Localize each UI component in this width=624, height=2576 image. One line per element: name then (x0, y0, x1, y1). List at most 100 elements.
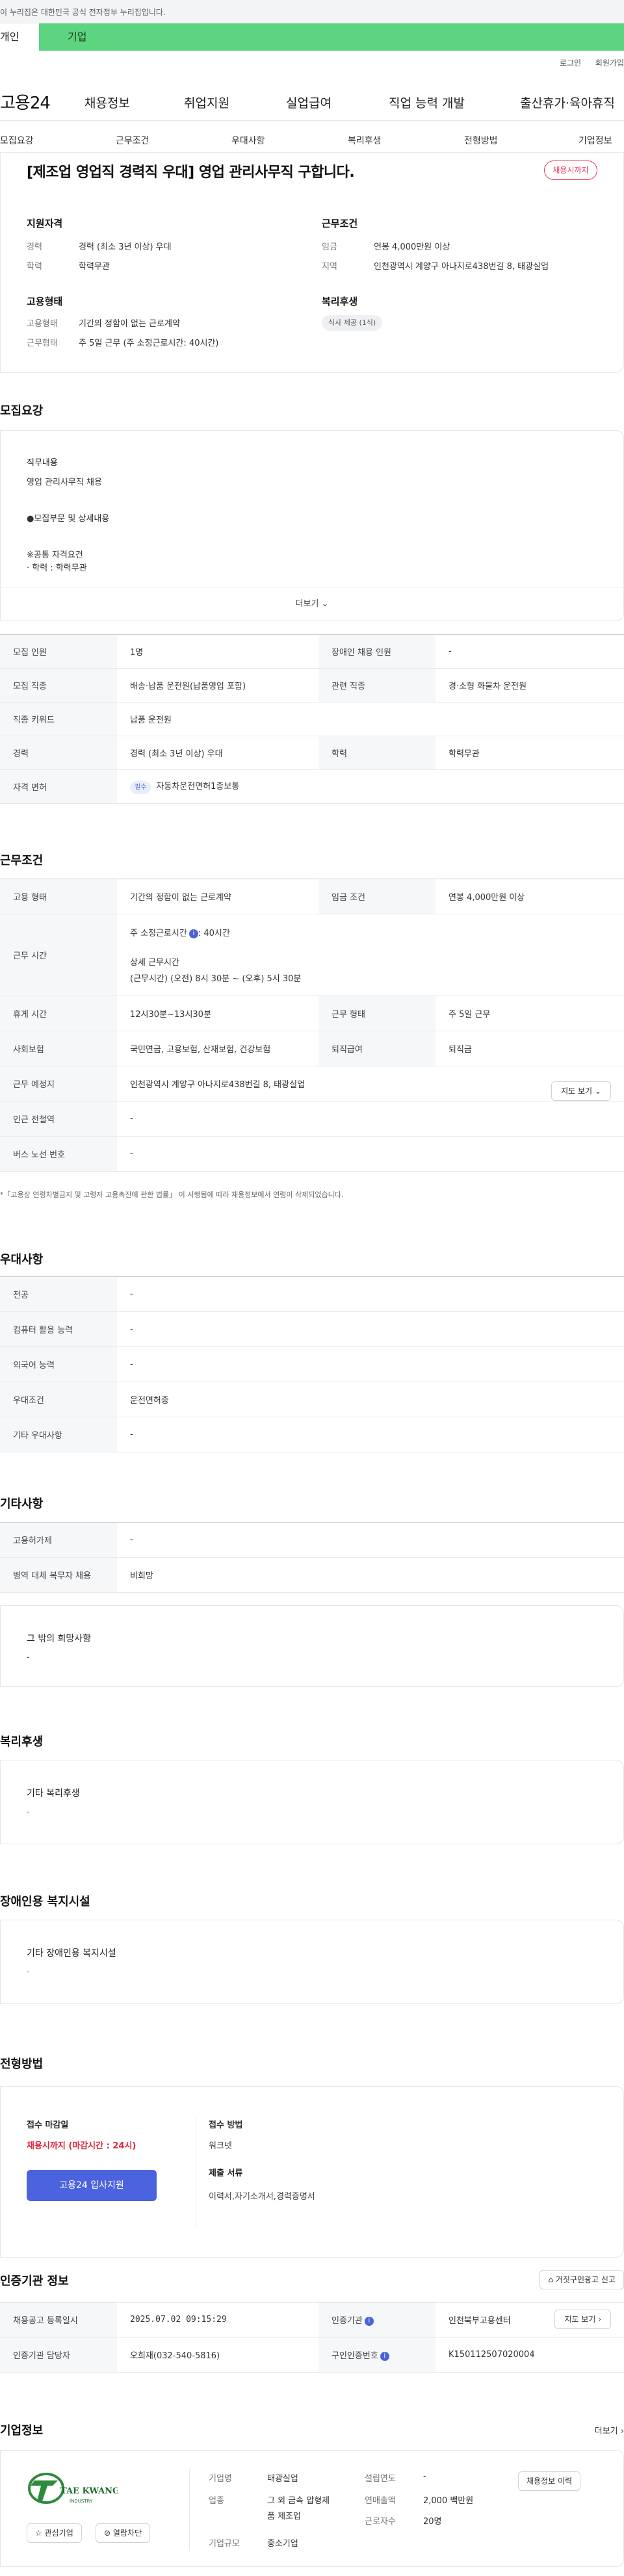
company-founded-value: - (423, 2471, 426, 2481)
work-section-title: 근무조건 (0, 854, 44, 868)
lnb-item-company[interactable]: 기업정보 (578, 134, 612, 147)
company-scale-value: 중소기업 (267, 2539, 298, 2549)
cond-value: 연봉 4,000만원 이상 (374, 242, 450, 252)
table-row: 전공 - (0, 1276, 624, 1312)
welfare-etc-heading: 기타 복리후생 (27, 1788, 80, 1799)
license-value: 자동차운전면허1종보통 (156, 782, 240, 792)
gnb-item-employment-support[interactable]: 취업지원 (184, 94, 229, 111)
desc-more-label: 더보기 (295, 599, 319, 609)
company-more-link[interactable]: 더보기 › (595, 2424, 624, 2436)
info-icon[interactable]: i (364, 2316, 374, 2326)
row-key: 인근 전철역 (0, 1101, 117, 1137)
company-founded-key: 설립연도 (365, 2474, 396, 2484)
site-logo[interactable]: 고용24 (0, 90, 51, 114)
row-value: 기간의 정함이 없는 근로계약 (117, 879, 318, 914)
gov-notice-bar: 이 누리집은 대한민국 공식 전자정부 누리집입니다. (0, 0, 624, 23)
row-key: 버스 노선 번호 (0, 1136, 117, 1172)
agency-map-button[interactable]: 지도 보기 › (554, 2310, 611, 2329)
gnb-item-parental-leave[interactable]: 출산휴가·육아휴직 (520, 94, 615, 111)
desc-label: 직무내용 (27, 458, 58, 468)
work-table: 고용 형태 기간의 정함이 없는 근로계약 임금 조건 연봉 4,000만원 이… (0, 879, 624, 1172)
row-value: 인천광역시 계양구 아나지로438번길 8, 태광실업 (117, 1066, 624, 1101)
row-key: 장애인 채용 인원 (318, 634, 436, 669)
company-more-label: 더보기 (594, 2427, 618, 2436)
tab-company[interactable]: 기업 (39, 23, 624, 51)
emp-value: 기간의 정함이 없는 근로계약 (79, 319, 180, 329)
table-row: 채용공고 등록일시 2025.07.02 09:15:29 인증기관 i 인천북부… (0, 2302, 624, 2338)
row-value: 학력무관 (436, 736, 624, 770)
lnb-item-recruit[interactable]: 모집요강 (0, 134, 34, 147)
login-link[interactable]: 로그인 (560, 58, 581, 68)
row-key: 인증기관 i (318, 2302, 436, 2338)
table-row: 버스 노선 번호 - (0, 1136, 624, 1172)
table-row: 근무 예정지 인천광역시 계양구 아나지로438번길 8, 태광실업 (0, 1066, 624, 1101)
star-icon: ☆ (35, 2529, 42, 2538)
gnb-item-jobs[interactable]: 채용정보 (84, 94, 130, 111)
info-icon[interactable]: i (188, 929, 198, 938)
table-row: 경력 경력 (최소 3년 이상) 우대 학력 학력무관 (0, 736, 624, 770)
row-value: 경력 (최소 3년 이상) 우대 (117, 736, 318, 770)
disabled-etc-heading: 기타 장애인용 복지시설 (27, 1948, 116, 1959)
status-badge: 채용시까지 (544, 161, 597, 180)
tab-individual[interactable]: 개인 (0, 23, 39, 51)
screening-card: 접수 마감일 채용시까지 (마감시간 : 24시) 고용24 입사지원 접수 방… (0, 2086, 624, 2258)
chevron-right-icon: › (620, 2427, 624, 2436)
row-key: 기타 우대사항 (0, 1417, 117, 1452)
row-key: 휴게 시간 (0, 996, 117, 1031)
row-value: 운전면허증 (117, 1382, 624, 1417)
signup-link[interactable]: 회원가입 (595, 58, 624, 68)
company-sales-value: 2,000 백만원 (423, 2496, 474, 2506)
lnb-item-preference[interactable]: 우대사항 (231, 134, 265, 147)
row-value: 배송·납품 운전원(납품영업 포함) (117, 668, 318, 702)
table-row: 우대조건 운전면허증 (0, 1382, 624, 1417)
welfare-chip: 식사 제공 (1식) (322, 315, 383, 331)
row-key: 인증기관 담당자 (0, 2337, 117, 2373)
company-name-key: 기업명 (209, 2474, 232, 2484)
company-logo-text: TAE KWANG (60, 2486, 118, 2496)
table-row: 외국어 능력 - (0, 1346, 624, 1382)
etc-table: 고용허가제 - 병역 대체 복무자 채용 비희망 (0, 1522, 624, 1593)
info-icon[interactable]: i (380, 2351, 389, 2361)
gnb-item-vocational-training[interactable]: 직업 능력 개발 (389, 94, 465, 111)
qual-key: 학력 (27, 262, 42, 272)
desc-qual-edu: · 학력 : 학력무관 (27, 563, 87, 573)
deadline-value: 채용시까지 (마감시간 : 24시) (27, 2141, 136, 2151)
favorite-company-button[interactable]: ☆ 관심기업 (27, 2523, 82, 2543)
etc-section-title: 기타사항 (0, 1497, 44, 1511)
map-view-button[interactable]: 지도 보기 ⌄ (551, 1081, 611, 1101)
row-value: 비희망 (117, 1557, 624, 1593)
required-tag: 필수 (130, 781, 151, 794)
block-view-button[interactable]: ⊘ 열람차단 (96, 2523, 151, 2543)
row-key: 근무 예정지 (0, 1066, 117, 1101)
row-key: 고용 형태 (0, 879, 117, 914)
qual-value: 경력 (최소 3년 이상) 우대 (79, 242, 172, 252)
row-key: 구인인증번호 i (318, 2337, 436, 2373)
report-fake-ad-button[interactable]: ⌂ 거짓구인광고 신고 (540, 2270, 624, 2289)
table-row: 근무 시간 주 소정근로시간 i: 40시간 상세 근무시간 (근무시간) (오전… (0, 914, 624, 996)
cond-value: 인천광역시 계양구 아나지로438번길 8, 태광실업 (374, 262, 549, 272)
lnb-item-screening[interactable]: 전형방법 (464, 134, 498, 147)
gnb-item-unemployment-benefit[interactable]: 실업급여 (286, 94, 332, 111)
row-key: 근무 시간 (0, 914, 117, 996)
row-key: 채용공고 등록일시 (0, 2302, 117, 2338)
row-value: - (117, 1136, 624, 1172)
row-value: - (117, 1522, 624, 1558)
block-label: 열람차단 (112, 2529, 142, 2538)
wish-heading: 그 밖의 희망사항 (27, 1634, 92, 1644)
emp-key: 근무형태 (27, 339, 58, 348)
screening-section-title: 전형방법 (0, 2057, 44, 2071)
desc-more-button[interactable]: 더보기 ⌄ (1, 587, 623, 621)
desc-bullet: ●모집부문 및 상세내용 (27, 514, 110, 524)
hiring-history-button[interactable]: 채용정보 이력 (518, 2471, 581, 2491)
company-biz-value-1: 그 외 금속 압형제 (267, 2496, 330, 2506)
block-icon: ⊘ (104, 2529, 111, 2538)
row-value: - (117, 1311, 624, 1347)
hours-detail: (근무시간) (오전) 8시 30분 ~ (오후) 5시 30분 (130, 974, 302, 984)
apply-button[interactable]: 고용24 입사지원 (27, 2170, 157, 2201)
table-row: 고용 형태 기간의 정함이 없는 근로계약 임금 조건 연봉 4,000만원 이… (0, 879, 624, 914)
wish-value: - (27, 1653, 30, 1662)
lnb-item-work-conditions[interactable]: 근무조건 (116, 134, 150, 147)
lnb-item-welfare[interactable]: 복리후생 (348, 134, 382, 147)
row-value: 국민연금, 고용보험, 산재보험, 건강보험 (117, 1031, 318, 1066)
chevron-down-icon: ⌄ (321, 599, 329, 609)
